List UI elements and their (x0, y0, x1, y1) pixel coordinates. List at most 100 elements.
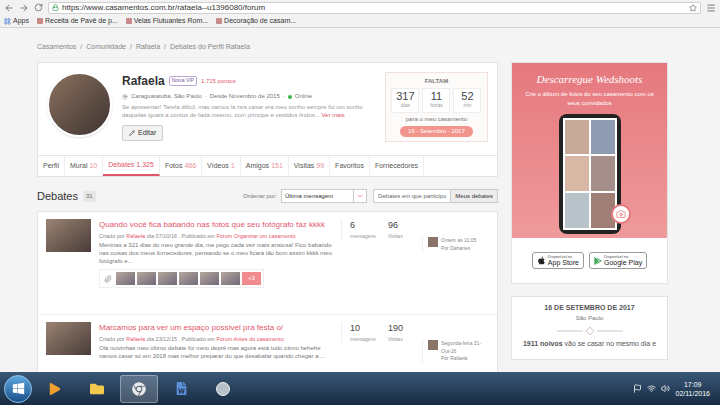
forward-icon[interactable] (19, 3, 29, 13)
thumbnail[interactable] (137, 272, 156, 285)
thumbnail[interactable] (116, 272, 135, 285)
favicon-icon (126, 18, 132, 24)
thumbnail[interactable] (158, 272, 177, 285)
profile-info: RafaelaNoiva VIP1.715 pontosCaraguatatub… (122, 72, 375, 150)
url-field[interactable]: https://www.casamentos.com.br/rafaela--u… (48, 2, 701, 14)
debate-excerpt: Meninas a 321 dias do meu grande dia, me… (99, 241, 333, 265)
more-thumbnails[interactable]: +3 (242, 272, 261, 285)
points: 1.715 pontos (201, 77, 236, 86)
word-icon (175, 382, 188, 395)
breadcrumb-separator: / (80, 42, 82, 62)
sort-select[interactable]: Última mensagem (281, 189, 367, 203)
phone-illustration (559, 114, 621, 234)
promo-title: Descarregue Wedshoots (537, 71, 643, 88)
back-icon[interactable] (4, 3, 14, 13)
breadcrumb-item[interactable]: Casamentos (37, 42, 76, 62)
chevron-icon (356, 192, 364, 200)
store-button[interactable]: Disponível noGoogle Play (589, 252, 647, 269)
countdown: FALTAM317dias11horas52minpara o meu casa… (385, 72, 488, 142)
taskbar-app[interactable] (162, 375, 200, 403)
debates-header: Debates31Ordenar por:Última mensagemDeba… (37, 184, 498, 208)
tab[interactable]: Amigos151 (241, 156, 289, 176)
breadcrumb-separator: / (164, 42, 166, 62)
bookmark[interactable]: Velas Flutuantes Rom... (126, 16, 208, 27)
debate-stats: 10mensagens190Visitas (341, 322, 414, 343)
thumbnail[interactable] (221, 272, 240, 285)
filter-button[interactable]: Meus debates (450, 190, 497, 202)
main-column: RafaelaNoiva VIP1.715 pontosCaraguatatub… (37, 62, 498, 372)
breadcrumb-item[interactable]: Debates do Perfil Rafaela (170, 42, 250, 62)
star-icon[interactable] (689, 4, 697, 12)
columns: RafaelaNoiva VIP1.715 pontosCaraguatatub… (37, 62, 720, 372)
volume-icon[interactable] (661, 384, 670, 393)
thumbnail[interactable] (179, 272, 198, 285)
taskbar-app[interactable] (36, 375, 74, 403)
folder-icon (90, 382, 104, 396)
menu-icon[interactable] (706, 3, 716, 13)
store-button[interactable]: Disponível naApp Store (532, 252, 584, 269)
wedding-date: 16 - Setembro - 2017 (400, 126, 473, 137)
taskbar-app[interactable] (204, 375, 242, 403)
sidebar: Descarregue WedshootsCrie o álbum de fot… (511, 62, 668, 372)
debate-meta: Criado por Rafaela dia 07/10/16 , Public… (99, 232, 333, 240)
last-avatar (428, 237, 438, 247)
profile-tabs: PerfilMural10Debates1.325Fotos486Vídeos1… (38, 155, 497, 176)
thumbnail[interactable] (200, 272, 219, 285)
bio: Se apresentar! Tarefa difícil, mas vamos… (122, 103, 375, 119)
taskbar-app[interactable] (120, 375, 158, 403)
screen: https://www.casamentos.com.br/rafaela--u… (0, 0, 720, 405)
debate-avatar (46, 322, 91, 355)
camera-badge-icon (611, 204, 631, 224)
tab[interactable]: Mural10 (65, 156, 103, 176)
page: Casamentos/Comunidade/Rafaela/Debates do… (0, 28, 720, 372)
wedshoots-promo: Descarregue WedshootsCrie o álbum de fot… (511, 62, 668, 284)
clock[interactable]: 17:0902/11/2016 (675, 380, 710, 398)
favicon-icon (216, 18, 222, 24)
tab[interactable]: Debates1.325 (103, 156, 160, 176)
debate-list: Quando você fica babando nas fotos que s… (37, 211, 498, 372)
debates-count: 31 (83, 191, 96, 202)
media-icon (49, 383, 61, 395)
countdown-unit: 317dias (391, 88, 419, 113)
tab[interactable]: Fotos486 (160, 156, 202, 176)
last-message: Segunda-feira 31-Out-16Por Rafaela (422, 340, 489, 363)
tab[interactable]: Fornecedores (370, 156, 424, 176)
url-text: https://www.casamentos.com.br/rafaela--u… (62, 4, 265, 12)
bookmark[interactable]: Receita de Pavê de p... (37, 16, 118, 27)
network-icon[interactable] (647, 384, 656, 393)
debate-row: Marcamos para ver um espaço possível pra… (38, 315, 497, 372)
tab[interactable]: Favoritos (330, 156, 370, 176)
edit-button[interactable]: Editar (122, 125, 163, 142)
tab[interactable]: Vídeos1 (202, 156, 241, 176)
breadcrumb: Casamentos/Comunidade/Rafaela/Debates do… (37, 28, 720, 62)
bookmark[interactable]: Decoração de casam... (216, 16, 296, 27)
start-button[interactable] (4, 375, 32, 403)
breadcrumb-item[interactable]: Comunidade (86, 42, 126, 62)
taskbar-app[interactable] (78, 375, 116, 403)
ornament-icon (555, 326, 625, 336)
lock-icon (52, 4, 59, 11)
bookmark[interactable]: Apps (4, 16, 29, 27)
pin-icon (122, 94, 128, 100)
debate-title[interactable]: Quando você fica babando nas fotos que s… (99, 219, 333, 231)
location-row: Caraguatatuba, São Paulo·Desde Novembro … (122, 92, 375, 101)
debate-meta: Criado por Rafaela dia 23/12/15 , Public… (99, 335, 333, 343)
apps-icon (4, 18, 11, 25)
filter-button[interactable]: Debates em que participo (374, 190, 450, 202)
profile-card: RafaelaNoiva VIP1.715 pontosCaraguatatub… (37, 62, 498, 177)
debate-stats: 6mensagens96Visitas (341, 219, 414, 240)
profile-name: Rafaela (122, 72, 165, 90)
attachments: +3 (99, 269, 264, 288)
avatar (47, 72, 112, 137)
debate-title[interactable]: Marcamos para ver um espaço possível pra… (99, 322, 333, 334)
flag-icon[interactable] (633, 384, 642, 393)
reload-icon[interactable] (34, 3, 43, 12)
tab[interactable]: Visitas99 (289, 156, 330, 176)
more-link[interactable]: Ver mais (321, 112, 344, 118)
tab[interactable]: Perfil (38, 156, 65, 176)
play-store-icon (594, 257, 602, 265)
date-card: 16 DE SETEMBRO DE 2017São Paulo1911 noiv… (511, 296, 668, 360)
debate-excerpt: Olá noivinhas meu último debate foi meio… (99, 344, 333, 360)
breadcrumb-item[interactable]: Rafaela (136, 42, 160, 62)
breadcrumb-separator: / (130, 42, 132, 62)
